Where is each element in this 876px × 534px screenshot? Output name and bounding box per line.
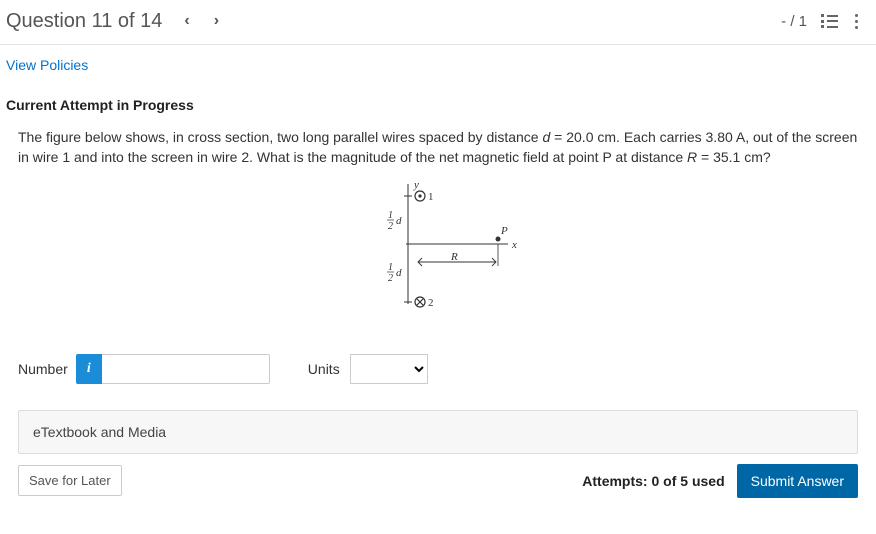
number-label: Number — [18, 361, 68, 377]
problem-figure: y x 1 2 1 2 d 1 2 d P — [338, 174, 538, 324]
score-display: - / 1 — [781, 13, 807, 30]
y-axis-label: y — [413, 179, 419, 191]
svg-text:d: d — [396, 267, 402, 279]
attempts-counter: Attempts: 0 of 5 used — [582, 473, 724, 489]
wire2-label: 2 — [428, 297, 434, 309]
question-footer: Save for Later Attempts: 0 of 5 used Sub… — [0, 464, 876, 508]
half-d-top-label: 1 2 d — [387, 210, 402, 232]
submit-answer-button[interactable]: Submit Answer — [737, 464, 858, 498]
number-input[interactable] — [102, 354, 270, 384]
wire1-label: 1 — [428, 191, 434, 203]
svg-text:2: 2 — [388, 221, 393, 232]
svg-text:d: d — [396, 215, 402, 227]
question-list-icon[interactable] — [821, 12, 839, 30]
svg-text:1: 1 — [388, 210, 393, 221]
question-header: Question 11 of 14 ‹ › - / 1 — [0, 0, 876, 45]
units-label: Units — [308, 361, 340, 377]
info-icon[interactable]: i — [76, 354, 102, 384]
view-policies-link[interactable]: View Policies — [6, 57, 88, 73]
R-label: R — [450, 251, 458, 263]
attempt-header: Current Attempt in Progress — [0, 79, 876, 127]
half-d-bot-label: 1 2 d — [387, 262, 402, 284]
svg-text:1: 1 — [388, 262, 393, 273]
next-question-button[interactable]: › — [206, 8, 227, 34]
x-axis-label: x — [511, 239, 517, 251]
save-for-later-button[interactable]: Save for Later — [18, 465, 122, 496]
policies-bar: View Policies — [0, 45, 876, 79]
answer-inputs: Number i Units — [18, 354, 858, 384]
question-text: The figure below shows, in cross section… — [18, 127, 858, 168]
point-P-label: P — [500, 225, 508, 237]
prev-question-button[interactable]: ‹ — [176, 8, 197, 34]
svg-text:2: 2 — [388, 273, 393, 284]
units-select[interactable] — [350, 354, 428, 384]
more-options-icon[interactable] — [849, 12, 864, 31]
etextbook-media-bar[interactable]: eTextbook and Media — [18, 410, 858, 454]
question-title: Question 11 of 14 — [6, 10, 162, 33]
